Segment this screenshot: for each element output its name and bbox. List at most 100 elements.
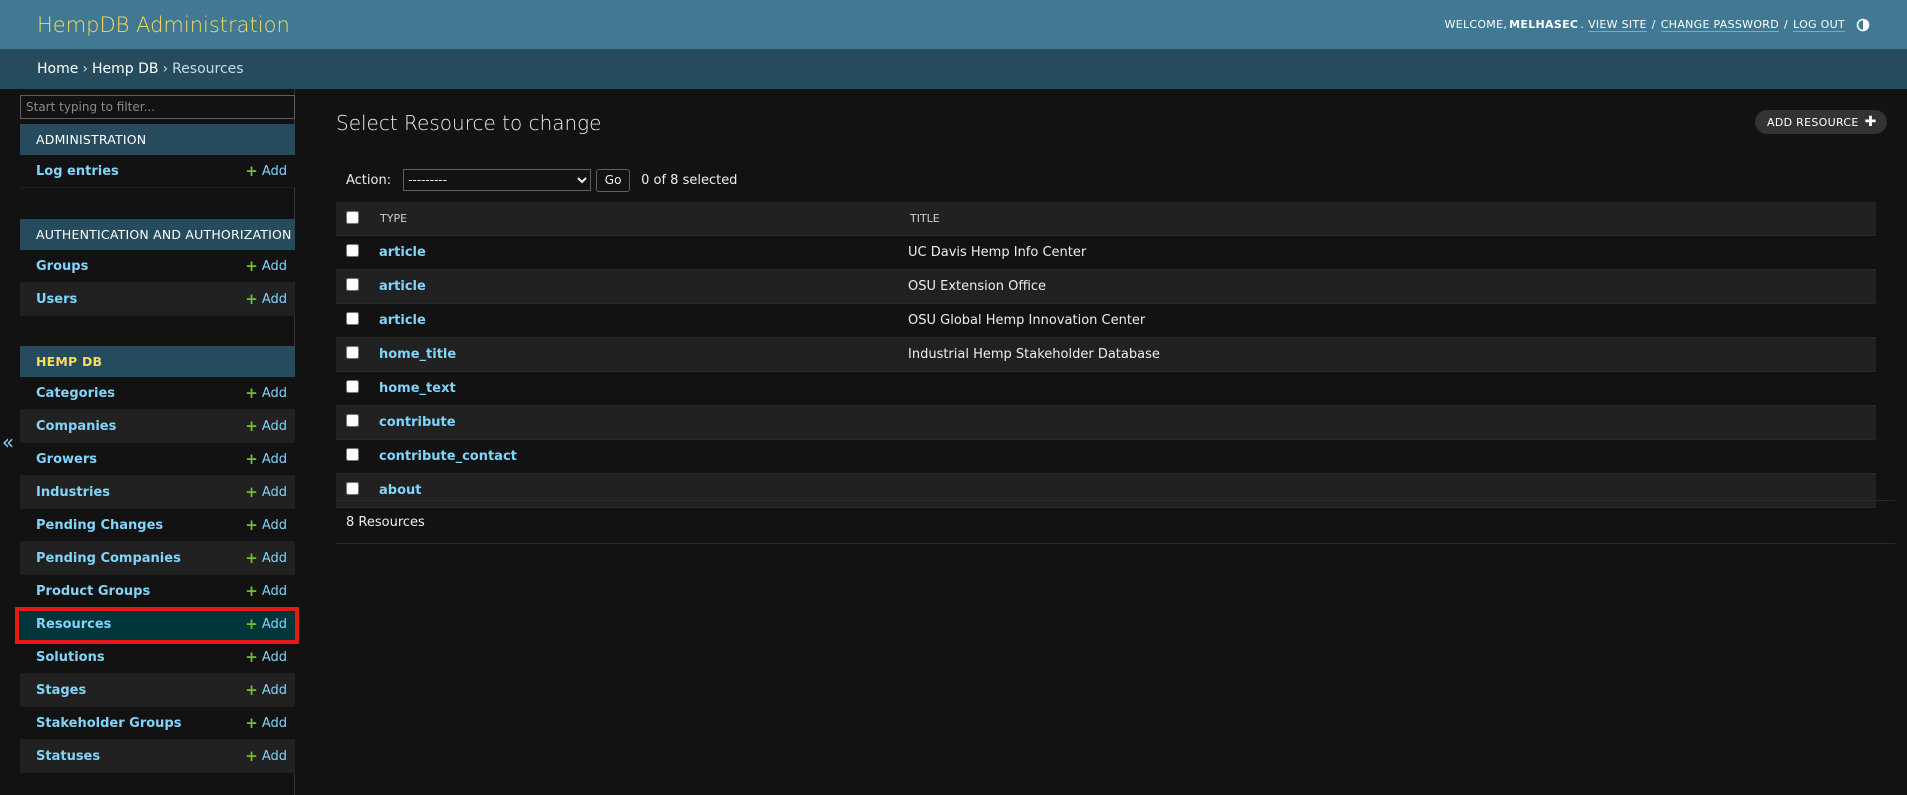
sidebar-item-categories: Categories + Add [20,377,295,410]
separator: / [1784,18,1789,31]
sidebar-item-stages: Stages + Add [20,674,295,707]
row-checkbox[interactable] [346,380,359,393]
breadcrumb-home[interactable]: Home [37,61,78,77]
go-button[interactable]: Go [596,168,631,192]
module-hemp-db: Hemp DB Categories + Add Companies + Add G… [20,346,295,773]
page-title: Select Resource to change [336,111,602,135]
add-link[interactable]: + Add [245,484,287,500]
add-label: Add [261,517,287,533]
breadcrumb-app[interactable]: Hemp DB [92,61,159,77]
view-site-link[interactable]: VIEW SITE [1588,18,1647,32]
title-cell: Industrial Hemp Stakeholder Database [895,337,1876,372]
sidebar-item-label[interactable]: Stakeholder Groups [36,716,181,731]
title-text: OSU Global Hemp Innovation Center [908,313,1146,328]
add-label: Add [261,583,287,599]
row-select-cell [336,337,369,372]
add-link[interactable]: + Add [245,291,287,307]
row-checkbox[interactable] [346,244,359,257]
row-select-cell [336,371,369,406]
row-checkbox[interactable] [346,448,359,461]
sidebar-item-label[interactable]: Growers [36,452,97,467]
title-text: Industrial Hemp Stakeholder Database [908,347,1160,362]
add-link[interactable]: + Add [245,682,287,698]
add-label: Add [261,291,287,307]
type-cell: article [369,235,895,270]
module-caption[interactable]: Hemp DB [20,346,295,377]
sidebar-item-log-entries: Log entries + Add [20,155,295,188]
type-link[interactable]: article [369,279,426,294]
sidebar-item-label[interactable]: Log entries [36,164,119,179]
plus-icon: + [245,416,258,435]
type-link[interactable]: home_text [369,381,456,396]
row-checkbox[interactable] [346,312,359,325]
sidebar-item-label[interactable]: Pending Companies [36,551,181,566]
add-label: Add [261,649,287,665]
add-link[interactable]: + Add [245,517,287,533]
sidebar-item-label[interactable]: Categories [36,386,115,401]
site-branding[interactable]: HempDB Administration [37,13,290,37]
breadcrumb-current: Resources [172,61,244,77]
sidebar-item-label[interactable]: Pending Changes [36,518,163,533]
action-label: Action: [346,172,392,188]
welcome-text: WELCOME, [1444,18,1508,31]
type-cell: home_text [369,371,895,406]
contrast-icon[interactable] [1856,18,1870,32]
change-password-link[interactable]: CHANGE PASSWORD [1660,18,1780,32]
add-link[interactable]: + Add [245,163,287,179]
select-all-checkbox[interactable] [346,210,359,224]
add-label: Add [261,682,287,698]
table-row: contribute_contact [336,439,1876,474]
type-link[interactable]: article [369,313,426,328]
sidebar-item-label[interactable]: Statuses [36,749,100,764]
add-link[interactable]: + Add [245,258,287,274]
log-out-link[interactable]: LOG OUT [1793,18,1845,32]
sidebar-item-label[interactable]: Users [36,292,77,307]
type-link[interactable]: home_title [369,347,456,362]
sidebar-item-label[interactable]: Stages [36,683,86,698]
table-row: article UC Davis Hemp Info Center [336,235,1876,270]
result-count: 8 Resources [346,514,425,530]
title-text [895,415,908,430]
row-checkbox[interactable] [346,346,359,359]
column-type[interactable]: TYPE [369,202,895,236]
row-checkbox[interactable] [346,278,359,291]
row-checkbox[interactable] [346,414,359,427]
add-link[interactable]: + Add [245,647,287,666]
plus-icon: + [245,449,258,468]
row-checkbox[interactable] [346,482,359,495]
sidebar-item-users: Users + Add [20,283,295,316]
add-link[interactable]: + Add [245,715,287,731]
add-label: Add [261,258,287,274]
add-link[interactable]: + Add [245,449,287,468]
module-caption[interactable]: Authentication and Authorization [20,219,295,250]
sidebar-item-label[interactable]: Industries [36,485,110,500]
type-link[interactable]: about [369,483,421,498]
module-caption[interactable]: Administration [20,124,295,155]
add-link[interactable]: + Add [245,550,287,566]
actions-bar: Action: --------- Go 0 of 8 selected [336,168,737,192]
column-title[interactable]: TITLE [895,202,1876,236]
module-auth: Authentication and Authorization Groups … [20,219,295,316]
nav-filter-input[interactable] [20,95,295,119]
add-link[interactable]: + Add [245,385,287,401]
type-link[interactable]: contribute [369,415,456,430]
sidebar-item-label[interactable]: Product Groups [36,584,150,599]
sidebar-collapse-toggle[interactable]: « [0,89,16,795]
sidebar-item-label[interactable]: Groups [36,259,88,274]
add-resource-button[interactable]: ADD RESOURCE ✚ [1755,110,1887,134]
type-link[interactable]: article [369,245,426,260]
title-cell [895,439,1876,474]
row-select-cell [336,303,369,338]
add-link[interactable]: + Add [245,583,287,599]
table-row: home_text [336,371,1876,406]
sidebar-item-industries: Industries + Add [20,476,295,509]
table-row: home_title Industrial Hemp Stakeholder Da… [336,337,1876,372]
add-label: Add [261,385,287,401]
type-link[interactable]: contribute_contact [369,449,517,464]
action-select[interactable]: --------- [403,169,592,191]
sidebar-item-label[interactable]: Solutions [36,650,105,665]
add-link[interactable]: + Add [245,416,287,435]
add-link[interactable]: + Add [245,748,287,764]
sidebar-item-label[interactable]: Companies [36,419,116,434]
plus-icon: + [245,647,258,666]
